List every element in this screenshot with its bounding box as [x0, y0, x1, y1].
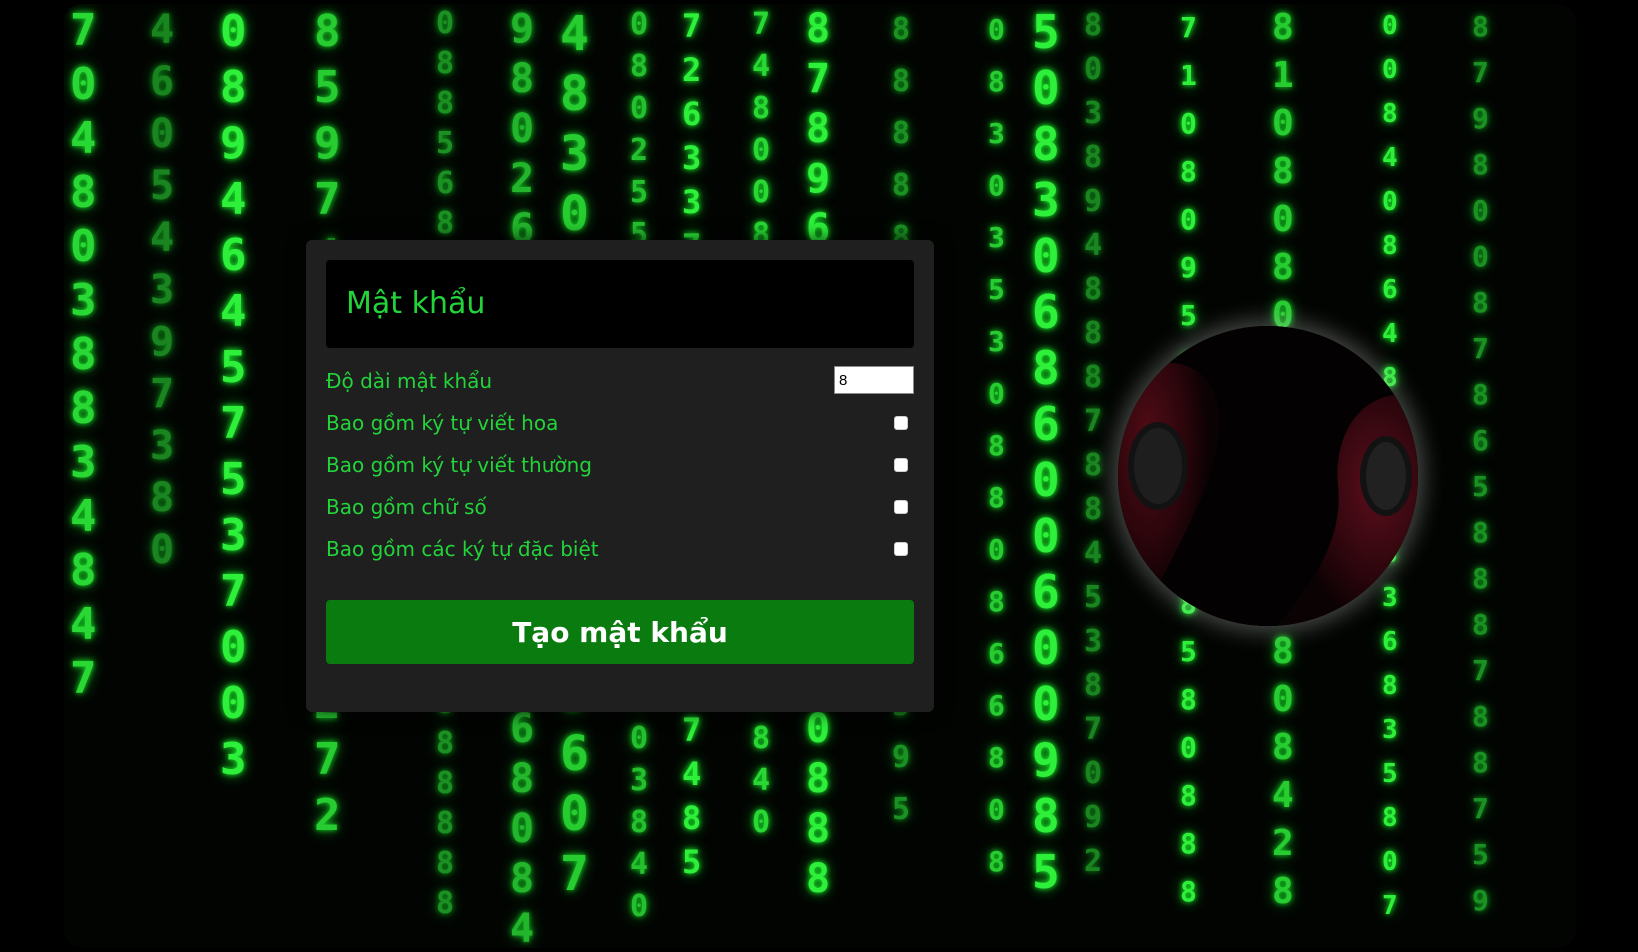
uppercase-row: Bao gồm ký tự viết hoa [326, 406, 914, 440]
lowercase-row: Bao gồm ký tự viết thường [326, 448, 914, 482]
matrix-column: 80389488878845387092 [1084, 8, 1103, 879]
hooded-figures-avatar [1118, 326, 1418, 626]
uppercase-checkbox[interactable] [894, 416, 908, 430]
matrix-column: 46054397380 [150, 7, 175, 573]
matrix-column: 7048038834847 [70, 5, 97, 704]
lowercase-checkbox[interactable] [894, 458, 908, 472]
matrix-column: 5083068600600985 [1032, 5, 1060, 899]
password-output-field[interactable]: Mật khẩu [326, 260, 914, 348]
password-generator-panel: Mật khẩu Độ dài mật khẩu Bao gồm ký tự v… [306, 240, 934, 712]
matrix-column: 08946457537003 [220, 6, 247, 785]
lowercase-label: Bao gồm ký tự viết thường [326, 453, 592, 477]
length-label: Độ dài mật khẩu [326, 369, 493, 393]
symbols-row: Bao gồm các ký tự đặc biệt [326, 532, 914, 566]
generate-password-button[interactable]: Tạo mật khẩu [326, 600, 914, 664]
numbers-row: Bao gồm chữ số [326, 490, 914, 524]
numbers-label: Bao gồm chữ số [326, 495, 487, 519]
numbers-checkbox[interactable] [894, 500, 908, 514]
uppercase-label: Bao gồm ký tự viết hoa [326, 411, 559, 435]
matrix-column: 87980087865888788759 [1472, 10, 1489, 917]
matrix-column: 08303530880866808 [988, 13, 1005, 878]
length-input[interactable] [834, 366, 914, 394]
symbols-label: Bao gồm các ký tự đặc biệt [326, 537, 599, 561]
length-row: Độ dài mật khẩu [326, 364, 914, 398]
hooded-figures-icon [1118, 326, 1418, 626]
app-window: 7048038834847 46054397380 08946457537003… [0, 0, 1638, 952]
symbols-checkbox[interactable] [894, 542, 908, 556]
